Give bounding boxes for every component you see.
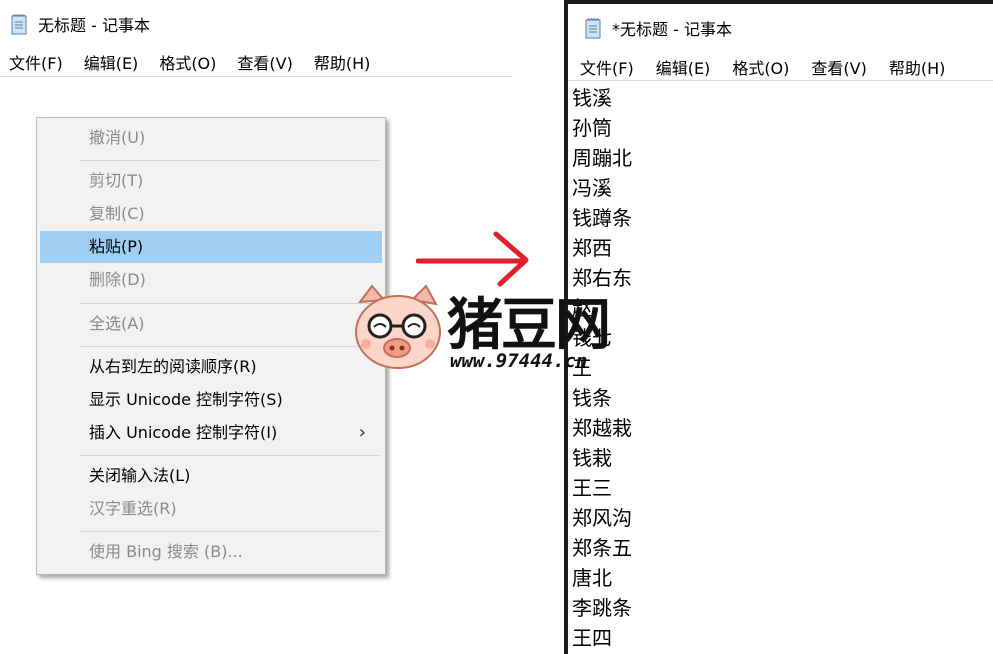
text-line: 郑风沟: [572, 506, 632, 530]
right-menubar: 文件(F) 编辑(E) 格式(O) 查看(V) 帮助(H): [580, 55, 967, 79]
context-menu-cut[interactable]: 剪切(T): [40, 165, 382, 197]
context-menu-select-all[interactable]: 全选(A): [40, 308, 382, 340]
menubar-divider: [568, 80, 993, 81]
text-line: 郑越栽: [572, 416, 632, 440]
context-menu-reconvert[interactable]: 汉字重选(R): [40, 493, 382, 525]
menubar-divider: [0, 76, 512, 77]
text-line: 钱条: [572, 386, 612, 410]
menu-format[interactable]: 格式(O): [159, 50, 216, 74]
context-menu-delete[interactable]: 删除(D): [40, 264, 382, 296]
menu-edit[interactable]: 编辑(E): [84, 50, 139, 74]
menu-help[interactable]: 帮助(H): [889, 55, 946, 79]
text-line: 钱栽: [572, 446, 612, 470]
context-menu-show-unicode[interactable]: 显示 Unicode 控制字符(S): [40, 384, 382, 416]
menu-format[interactable]: 格式(O): [732, 55, 789, 79]
context-menu-separator: [80, 160, 380, 161]
left-menubar: 文件(F) 编辑(E) 格式(O) 查看(V) 帮助(H): [9, 50, 391, 74]
notepad-icon: [11, 14, 27, 35]
context-menu-close-ime[interactable]: 关闭输入法(L): [40, 460, 382, 492]
menu-file[interactable]: 文件(F): [580, 55, 634, 79]
menu-edit[interactable]: 编辑(E): [656, 55, 711, 79]
pig-mascot-icon: [355, 284, 441, 369]
red-arrow-icon: [416, 231, 529, 287]
left-titlebar: 无标题 - 记事本: [10, 8, 150, 40]
text-line: 郑条五: [572, 536, 632, 560]
context-menu-rtl-reading[interactable]: 从右到左的阅读顺序(R): [40, 351, 382, 383]
text-line: 王四: [572, 626, 612, 650]
text-line: 郑西: [572, 236, 612, 260]
text-line: 孙筒: [572, 116, 612, 140]
watermark-url: www.97444.cn: [450, 350, 588, 372]
text-line: 周蹦北: [572, 146, 632, 170]
watermark-brand: 猪豆网: [447, 293, 611, 358]
window-title: *无标题 - 记事本: [612, 20, 732, 39]
menu-help[interactable]: 帮助(H): [314, 50, 371, 74]
context-menu-insert-unicode[interactable]: 插入 Unicode 控制字符(I) ›: [40, 417, 382, 449]
text-line: 钱蹲条: [572, 206, 632, 230]
context-menu-separator: [80, 346, 380, 347]
right-titlebar: *无标题 - 记事本: [584, 13, 732, 43]
context-menu-bing-search[interactable]: 使用 Bing 搜索 (B)...: [40, 536, 382, 568]
notepad-icon: [585, 18, 601, 39]
text-line: 唐北: [572, 566, 612, 590]
window-title: 无标题 - 记事本: [38, 16, 150, 35]
menu-view[interactable]: 查看(V): [811, 55, 866, 79]
context-menu-copy[interactable]: 复制(C): [40, 198, 382, 230]
chevron-right-icon: ›: [358, 422, 366, 443]
text-line: 钱溪: [572, 86, 612, 110]
menu-view[interactable]: 查看(V): [237, 50, 292, 74]
text-line: 王三: [572, 476, 612, 500]
context-menu-separator: [80, 531, 380, 532]
window-border: [564, 0, 993, 4]
text-line: 李跳条: [572, 596, 632, 620]
context-menu-separator: [80, 303, 380, 304]
context-menu-undo[interactable]: 撤消(U): [40, 122, 382, 154]
context-menu-paste[interactable]: 粘贴(P): [40, 231, 382, 263]
menu-file[interactable]: 文件(F): [9, 50, 63, 74]
text-line: 冯溪: [572, 176, 612, 200]
context-menu: 撤消(U) 剪切(T) 复制(C) 粘贴(P) 删除(D) 全选(A) 从右到左…: [36, 117, 386, 575]
context-menu-separator: [80, 455, 380, 456]
